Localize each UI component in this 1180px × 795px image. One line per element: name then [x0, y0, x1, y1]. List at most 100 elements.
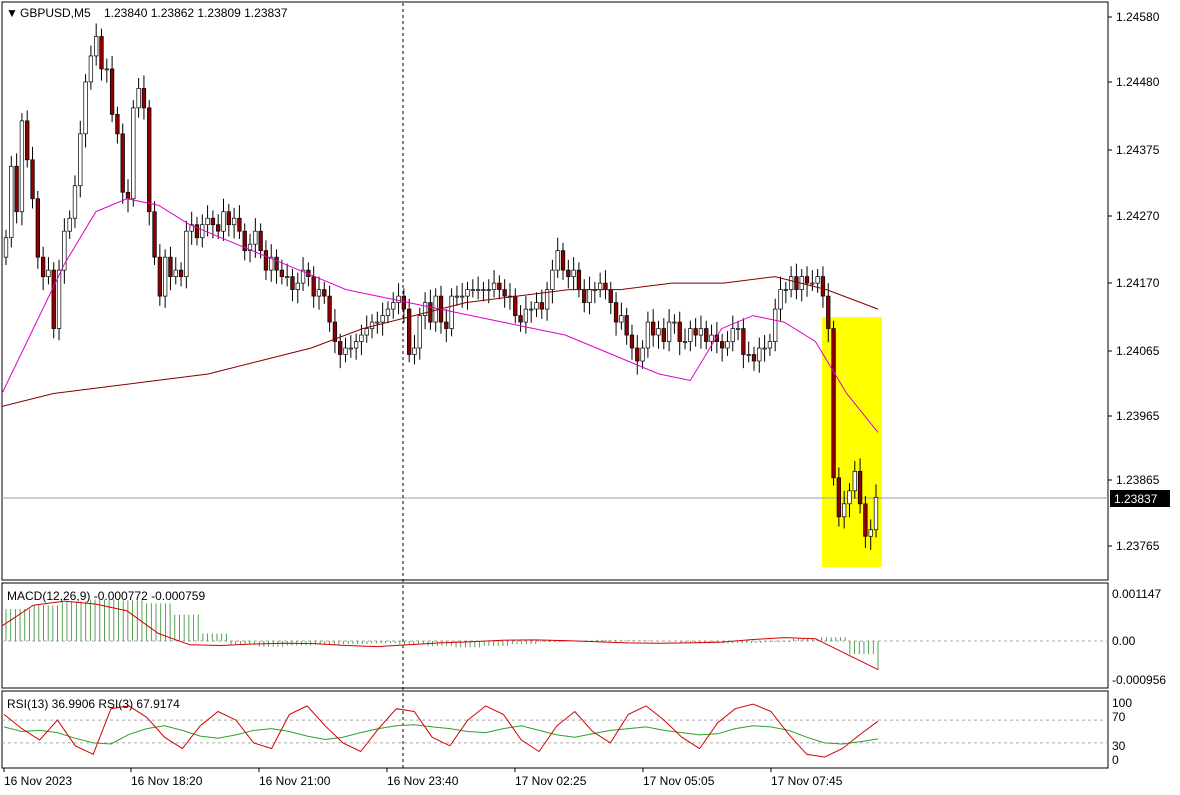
candle-body: [539, 302, 544, 310]
candle-body: [470, 289, 475, 291]
candle-body: [597, 282, 603, 290]
candle-body: [645, 321, 651, 349]
price-tick-label: 1.24375: [1116, 143, 1160, 157]
candle-body: [253, 230, 258, 245]
candle-body: [613, 302, 619, 323]
candle-body: [338, 341, 343, 355]
candle-body: [385, 308, 391, 316]
candle-body: [72, 185, 78, 219]
macd-label: MACD(12,26,9) -0.000772 -0.000759: [7, 589, 205, 603]
rsi-indicator: [2, 703, 1108, 758]
candle-body: [40, 256, 46, 277]
candle-body: [571, 269, 576, 277]
candle-body: [194, 224, 200, 239]
candle-body: [746, 354, 751, 356]
candle-body: [109, 68, 115, 115]
candle-body: [475, 289, 481, 291]
candle-body: [513, 295, 518, 316]
candle-body: [412, 347, 417, 355]
candle-body: [651, 321, 656, 336]
candle-body: [157, 256, 162, 297]
rsi-tick-label: 30: [1112, 739, 1126, 753]
time-tick-label: 16 Nov 18:20: [131, 774, 203, 788]
candle-body: [115, 114, 120, 135]
candles-group: [3, 23, 879, 550]
candle-body: [67, 217, 72, 232]
candle-body: [534, 302, 539, 310]
candle-body: [237, 217, 242, 232]
gbpusd-chart: 1.24580 1.24480 1.24375 1.24270 1.24170 1.240…: [1, 1, 1170, 788]
candle-body: [407, 308, 412, 355]
candle-body: [624, 315, 629, 336]
candle-body: [666, 321, 672, 342]
header-arrow-icon[interactable]: ▼: [6, 6, 18, 20]
candle-body: [295, 282, 300, 290]
candle-body: [168, 256, 173, 277]
axes: 1.24580 1.24480 1.24375 1.24270 1.24170 1.240…: [3, 10, 1166, 788]
candle-body: [847, 490, 852, 505]
candle-body: [773, 308, 778, 342]
candle-body: [216, 224, 221, 232]
candle-body: [842, 503, 847, 518]
candle-body: [661, 328, 666, 342]
candle-body: [720, 341, 725, 349]
time-tick-label: 17 Nov 05:05: [643, 774, 715, 788]
candle-body: [783, 289, 788, 291]
candle-body: [136, 88, 141, 109]
candle-body: [815, 276, 820, 284]
candle-body: [682, 341, 688, 343]
candle-body: [258, 230, 263, 252]
candle-body: [200, 224, 205, 239]
candle-body: [178, 269, 184, 277]
candle-body: [629, 334, 635, 349]
candle-body: [221, 211, 226, 232]
candle-body: [210, 217, 216, 226]
candle-body: [380, 315, 385, 323]
candle-body: [608, 289, 613, 303]
candle-body: [863, 503, 868, 537]
candle-body: [19, 120, 25, 213]
candle-body: [757, 347, 762, 362]
candle-body: [263, 250, 269, 271]
candle-body: [576, 269, 582, 290]
candle-body: [125, 191, 131, 200]
macd-signal-line: [1, 600, 879, 671]
candle-body: [78, 133, 83, 187]
macd-tick-label: 0.001147: [1112, 587, 1161, 601]
candle-body: [518, 315, 523, 323]
current-price-text: 1.23837: [1114, 492, 1158, 506]
candle-body: [290, 276, 295, 290]
time-tick-label: 17 Nov 07:45: [771, 774, 843, 788]
candle-body: [826, 295, 831, 329]
price-tick-label: 1.24065: [1116, 344, 1160, 358]
candle-body: [486, 289, 491, 291]
candle-body: [523, 308, 529, 323]
candle-body: [285, 276, 290, 278]
candle-body: [820, 276, 826, 297]
candle-body: [226, 211, 231, 226]
candle-body: [751, 354, 757, 362]
candle-body: [688, 328, 693, 342]
candle-body: [698, 328, 704, 336]
candle-body: [730, 328, 735, 342]
candle-body: [873, 496, 879, 531]
candle-body: [852, 471, 857, 492]
candle-body: [348, 347, 353, 350]
price-tick-label: 1.24170: [1116, 276, 1160, 290]
candle-body: [364, 328, 369, 336]
candle-body: [778, 289, 783, 310]
candle-body: [274, 256, 279, 271]
candle-body: [396, 295, 401, 303]
candle-body: [369, 321, 375, 329]
candle-body: [491, 282, 497, 290]
candle-body: [359, 334, 364, 342]
candle-body: [560, 250, 566, 271]
candle-body: [677, 321, 682, 342]
time-tick-label: 17 Nov 02:25: [515, 774, 587, 788]
candle-body: [141, 88, 147, 109]
candle-body: [603, 282, 608, 290]
candle-body: [417, 315, 422, 349]
candle-body: [735, 328, 741, 330]
candle-body: [497, 282, 502, 290]
candle-body: [635, 347, 640, 362]
